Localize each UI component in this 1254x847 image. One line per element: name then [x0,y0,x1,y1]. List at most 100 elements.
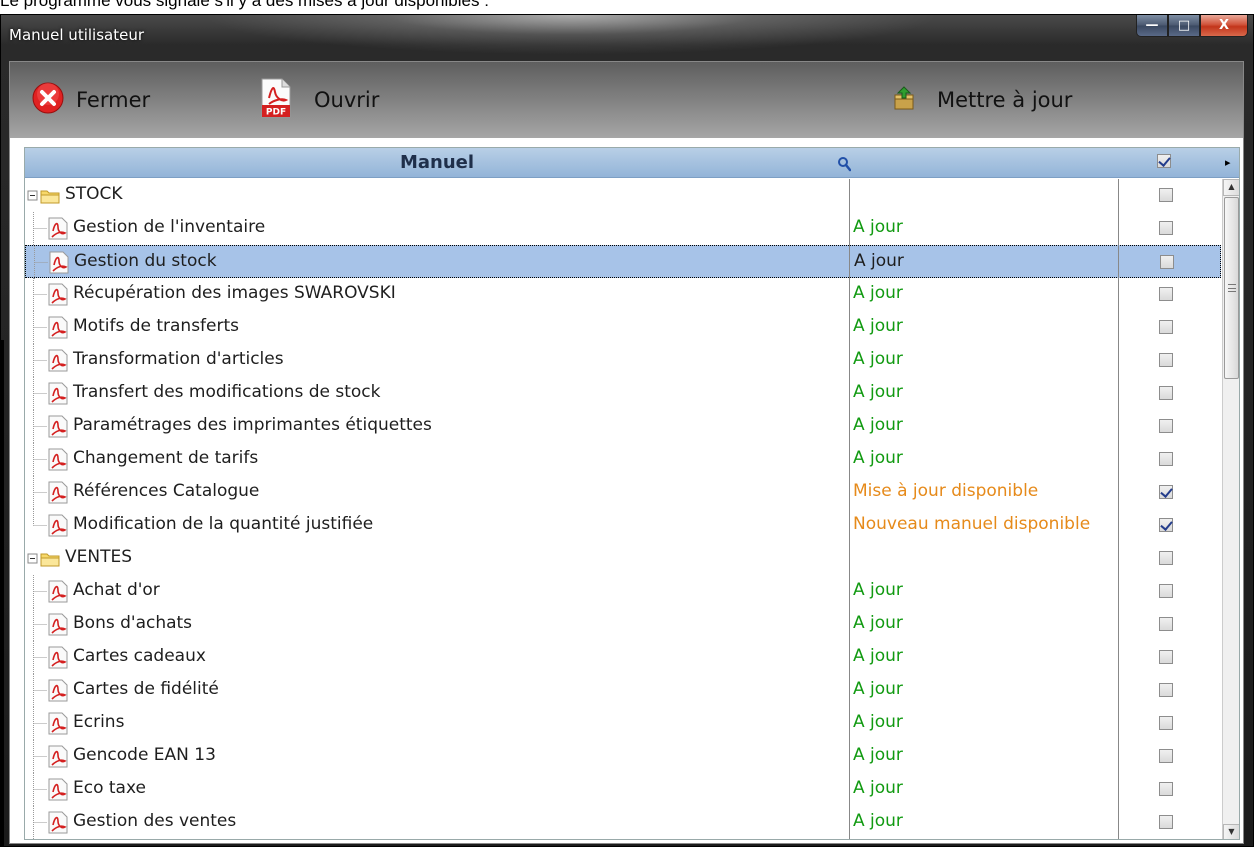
tree-lines [25,839,85,840]
status-label: A jour [853,415,903,435]
tree-document-row[interactable]: Modification de la quantité justifiée Nou… [25,509,1221,542]
row-checkbox[interactable] [1159,518,1173,532]
row-checkbox[interactable] [1159,716,1173,730]
tree-document-row[interactable]: Historique des ventesA jour [25,839,1221,840]
tree-document-row[interactable]: Paramétrages des imprimantes étiquettes A… [25,410,1221,443]
tree-document-row[interactable]: Eco taxe A jour [25,773,1221,806]
status-label: A jour [854,251,904,271]
row-checkbox[interactable] [1159,584,1173,598]
mettre-a-jour-button[interactable]: Mettre à jour [893,80,1072,120]
scroll-up-arrow-icon[interactable]: ▲ [1223,179,1239,196]
row-checkbox[interactable] [1159,386,1173,400]
tree-document-row[interactable]: Cartes de fidélité A jour [25,674,1221,707]
maximize-icon: □ [1177,18,1191,33]
scrollbar-thumb[interactable] [1224,197,1239,379]
tree-document-row[interactable]: Gestion des ventes A jour [25,806,1221,839]
tree-document-row[interactable]: Gestion du stock A jour [25,245,1221,279]
row-checkbox[interactable] [1159,749,1173,763]
status-label: A jour [853,613,903,633]
pdf-file-icon [49,317,67,337]
document-name: Paramétrages des imprimantes étiquettes [73,415,432,435]
row-checkbox[interactable] [1159,452,1173,466]
tree-document-row[interactable]: Achat d'or A jour [25,575,1221,608]
row-checkbox[interactable] [1159,650,1173,664]
status-label: Nouveau manuel disponible [853,514,1091,534]
tree-document-row[interactable]: Gencode EAN 13 A jour [25,740,1221,773]
fermer-button[interactable]: Fermer [32,80,150,120]
status-label: A jour [853,811,903,831]
status-label: A jour [853,679,903,699]
manual-window: Manuel utilisateur — □ X Fermer PDF Ouvr… [0,14,1254,847]
row-checkbox[interactable] [1159,683,1173,697]
fermer-label: Fermer [76,88,151,112]
status-label: A jour [853,316,903,336]
status-label: A jour [853,349,903,369]
status-label: A jour [853,646,903,666]
select-all-checkbox[interactable] [1157,154,1171,168]
mettre-a-jour-label: Mettre à jour [937,88,1073,112]
pdf-file-icon [49,779,67,799]
tree-document-row[interactable]: Gestion de l'inventaire A jour [25,212,1221,245]
column-header-manuel[interactable]: Manuel [25,148,849,178]
row-checkbox[interactable] [1159,221,1173,235]
grid-header: Manuel ▸ [25,148,1239,178]
ouvrir-label: Ouvrir [314,88,380,112]
window-title: Manuel utilisateur [9,26,144,44]
pdf-file-icon [49,614,67,634]
maximize-button[interactable]: □ [1168,15,1200,37]
column-menu-arrow-icon[interactable]: ▸ [1225,156,1231,169]
vertical-scrollbar[interactable]: ▲ ▼ [1222,179,1239,839]
row-checkbox[interactable] [1159,419,1173,433]
row-checkbox[interactable] [1159,551,1173,565]
tree-document-row[interactable]: Changement de tarifs A jour [25,443,1221,476]
close-window-button[interactable]: X [1200,15,1248,37]
document-name: Récupération des images SWAROVSKI [73,283,396,303]
update-package-icon [893,85,915,115]
tree-document-row[interactable]: Transformation d'articles A jour [25,344,1221,377]
scroll-down-arrow-icon[interactable]: ▼ [1223,824,1239,839]
tree-document-row[interactable]: Références Catalogue Mise à jour disponib… [25,476,1221,509]
pdf-file-icon [49,449,67,469]
pdf-file-icon [49,350,67,370]
minimize-button[interactable]: — [1136,15,1168,37]
tree-document-row[interactable]: Transfert des modifications de stock A jo… [25,377,1221,410]
minimize-icon: — [1145,18,1159,33]
row-checkbox[interactable] [1159,320,1173,334]
tree-document-row[interactable]: Cartes cadeaux A jour [25,641,1221,674]
row-checkbox[interactable] [1159,782,1173,796]
document-name: Eco taxe [73,778,146,798]
document-name: Cartes de fidélité [73,679,219,699]
title-bar[interactable]: Manuel utilisateur — □ X [1,15,1253,55]
tree-folder-row[interactable]: VENTES [25,542,1221,575]
tree-document-row[interactable]: Motifs de transferts A jour [25,311,1221,344]
row-checkbox[interactable] [1159,815,1173,829]
row-checkbox[interactable] [1160,255,1174,269]
ouvrir-button[interactable]: PDF Ouvrir [260,78,380,123]
status-label: A jour [853,778,903,798]
pdf-file-icon [49,416,67,436]
document-name: Transfert des modifications de stock [73,382,381,402]
row-checkbox[interactable] [1159,617,1173,631]
pdf-file-icon [49,284,67,304]
status-label: A jour [853,580,903,600]
pdf-file-icon [49,713,67,733]
pdf-file-icon [49,647,67,667]
tree-folder-row[interactable]: STOCK [25,179,1221,212]
status-label: Mise à jour disponible [853,481,1039,501]
row-checkbox[interactable] [1159,287,1173,301]
pdf-file-icon [49,680,67,700]
row-checkbox[interactable] [1159,485,1173,499]
document-name: Motifs de transferts [73,316,240,336]
tree-document-row[interactable]: Bons d'achats A jour [25,608,1221,641]
status-label: A jour [853,712,903,732]
pdf-icon: PDF [260,78,292,123]
tree-document-row[interactable]: Ecrins A jour [25,707,1221,740]
tree-document-row[interactable]: Récupération des images SWAROVSKI A jour [25,278,1221,311]
document-name: Bons d'achats [73,613,193,633]
document-name: Changement de tarifs [73,448,259,468]
row-checkbox[interactable] [1159,353,1173,367]
document-name: Modification de la quantité justifiée [73,514,374,534]
row-checkbox[interactable] [1159,188,1173,202]
status-label: A jour [853,448,903,468]
search-icon[interactable] [837,156,851,172]
